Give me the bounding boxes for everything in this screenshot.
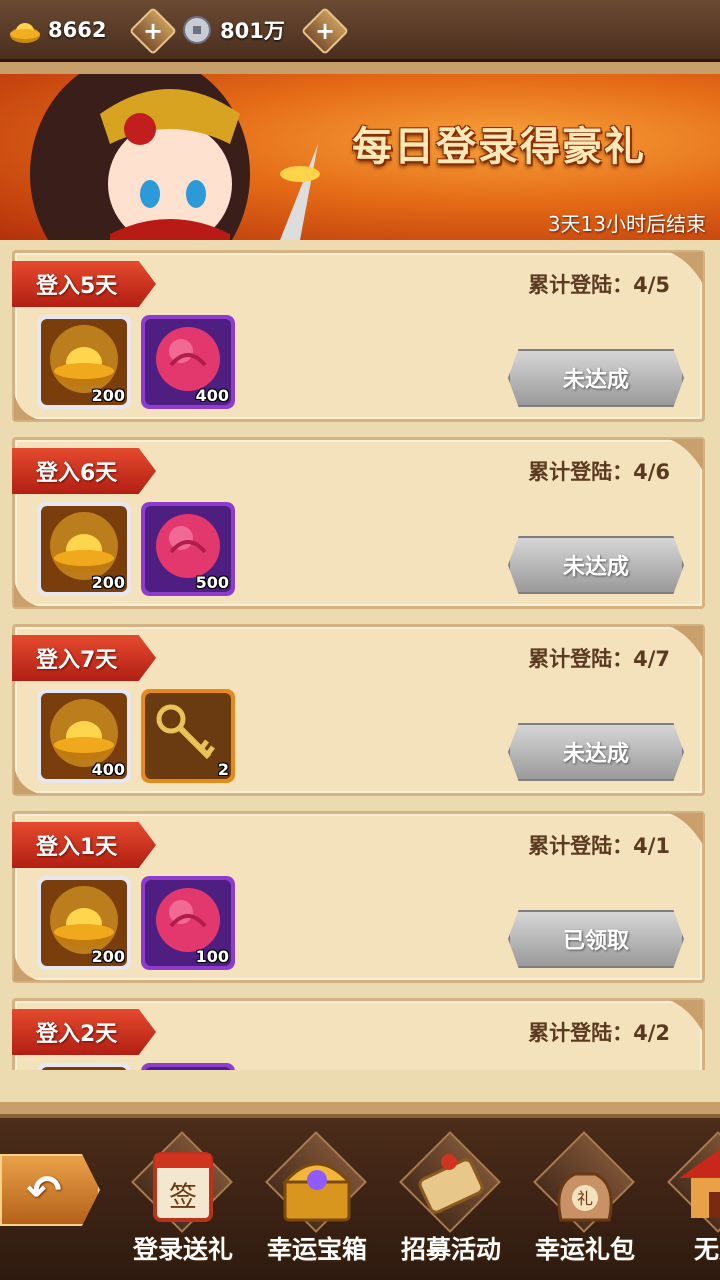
heroine-portrait <box>30 74 320 240</box>
nav-item[interactable]: 签登录送礼 <box>118 1126 248 1276</box>
claim-button[interactable]: 未达成 <box>508 349 684 407</box>
gold-ingot-icon <box>37 1063 131 1070</box>
item-count: 200 <box>91 386 125 405</box>
event-countdown: 3天13小时后结束 <box>547 212 706 236</box>
login-progress: 累计登陆：4/6 <box>528 460 670 484</box>
claim-button[interactable]: 未达成 <box>508 536 684 594</box>
add-gold-button[interactable]: + <box>128 6 178 56</box>
claim-button-label: 已领取 <box>562 929 629 954</box>
day-label: 登入2天 <box>36 1022 118 1047</box>
sign-in-calendar-icon: 签 <box>153 1152 213 1222</box>
pink-orb-icon <box>141 1063 235 1070</box>
login-progress: 累计登陆：4/7 <box>528 647 670 671</box>
gold-currency: 8662 <box>8 10 106 50</box>
nav-item[interactable]: 无双 <box>654 1126 720 1276</box>
corner-ornament <box>669 252 703 284</box>
gold-ingot-icon <box>10 23 40 43</box>
plus-icon: + <box>142 17 164 45</box>
day-label: 登入1天 <box>36 835 118 860</box>
reward-card: 登入6天 累计登陆：4/6 200 500 未达成 <box>12 437 705 609</box>
reward-item[interactable] <box>37 1063 131 1070</box>
reward-card: 登入1天 累计登陆：4/1 200 100 已领取 <box>12 811 705 983</box>
item-count: 500 <box>195 573 229 592</box>
nav-item[interactable]: 礼幸运礼包 <box>520 1126 650 1276</box>
corner-ornament <box>669 626 703 658</box>
claim-button[interactable]: 已领取 <box>508 910 684 968</box>
reward-item[interactable]: 200 <box>37 502 131 596</box>
login-progress: 累计登陆：4/1 <box>528 834 670 858</box>
banner-title: 每日登录得豪礼 <box>352 124 646 170</box>
gift-bag-icon: 礼 <box>557 1172 613 1222</box>
corner-ornament <box>669 439 703 471</box>
currency-bar: 8662 + 801万 + <box>0 0 720 62</box>
silver-coin-icon <box>183 16 211 44</box>
nav-item[interactable]: 幸运宝箱 <box>252 1126 382 1276</box>
item-count: 200 <box>91 947 125 966</box>
nav-label: 无双 <box>693 1235 720 1264</box>
nav-label: 登录送礼 <box>132 1235 233 1264</box>
claim-button[interactable]: 未达成 <box>508 723 684 781</box>
login-progress: 累计登陆：4/2 <box>528 1021 670 1045</box>
item-count: 400 <box>91 760 125 779</box>
plus-icon: + <box>314 17 336 45</box>
item-count: 100 <box>195 947 229 966</box>
corner-ornament <box>669 813 703 845</box>
nav-label: 幸运礼包 <box>534 1235 635 1264</box>
day-label: 登入5天 <box>36 274 118 299</box>
claim-button-label: 未达成 <box>562 742 629 767</box>
nav-label: 幸运宝箱 <box>266 1235 367 1264</box>
reward-card: 登入5天 累计登陆：4/5 200 400 未达成 <box>12 250 705 422</box>
reward-list[interactable]: 登入5天 累计登陆：4/5 200 400 未达成 登入6天 累计登陆：4/6 200 500 未… <box>0 240 720 1070</box>
scroll-icon <box>418 1154 484 1214</box>
pavilion-icon <box>679 1150 720 1218</box>
nav-label: 招募活动 <box>400 1235 501 1264</box>
reward-item[interactable]: 400 <box>141 315 235 409</box>
svg-text:签: 签 <box>169 1180 197 1213</box>
reward-item[interactable]: 200 <box>37 876 131 970</box>
login-gift-screen: 8662 + 801万 + 每日登录得豪礼 3天13小时后结束 登入5天 累计登… <box>0 0 720 1280</box>
nav-item[interactable]: 招募活动 <box>386 1126 516 1276</box>
treasure-chest-icon <box>281 1162 353 1222</box>
claim-button-label: 未达成 <box>562 555 629 580</box>
event-panel: 每日登录得豪礼 3天13小时后结束 登入5天 累计登陆：4/5 200 400 未达成登… <box>0 62 720 1114</box>
gold-amount: 8662 <box>48 18 107 42</box>
reward-item[interactable]: 100 <box>141 876 235 970</box>
day-ribbon: 登入6天 <box>12 448 156 494</box>
corner-ornament <box>669 1000 703 1032</box>
claim-button-label: 未达成 <box>562 368 629 393</box>
bottom-nav: ↶ 签登录送礼幸运宝箱招募活动礼幸运礼包无双 <box>0 1114 720 1280</box>
silver-currency: 801万 <box>180 10 285 50</box>
item-count: 2 <box>217 760 229 779</box>
silver-amount: 801万 <box>220 19 285 43</box>
day-ribbon: 登入2天 <box>12 1009 156 1055</box>
reward-item[interactable]: 500 <box>141 502 235 596</box>
event-banner: 每日登录得豪礼 3天13小时后结束 <box>0 74 720 240</box>
day-label: 登入7天 <box>36 648 118 673</box>
reward-card: 登入7天 累计登陆：4/7 400 2 未达成 <box>12 624 705 796</box>
day-ribbon: 登入7天 <box>12 635 156 681</box>
item-count: 400 <box>195 386 229 405</box>
back-arrow-icon: ↶ <box>26 1165 62 1215</box>
back-button[interactable]: ↶ <box>0 1154 100 1226</box>
day-ribbon: 登入1天 <box>12 822 156 868</box>
reward-item[interactable]: 200 <box>37 315 131 409</box>
svg-text:礼: 礼 <box>577 1189 593 1208</box>
day-ribbon: 登入5天 <box>12 261 156 307</box>
reward-card: 登入2天 累计登陆：4/2 <box>12 998 705 1070</box>
add-silver-button[interactable]: + <box>300 6 350 56</box>
login-progress: 累计登陆：4/5 <box>528 273 670 297</box>
reward-item[interactable]: 400 <box>37 689 131 783</box>
reward-item[interactable]: 2 <box>141 689 235 783</box>
day-label: 登入6天 <box>36 461 118 486</box>
item-count: 200 <box>91 573 125 592</box>
reward-item[interactable] <box>141 1063 235 1070</box>
